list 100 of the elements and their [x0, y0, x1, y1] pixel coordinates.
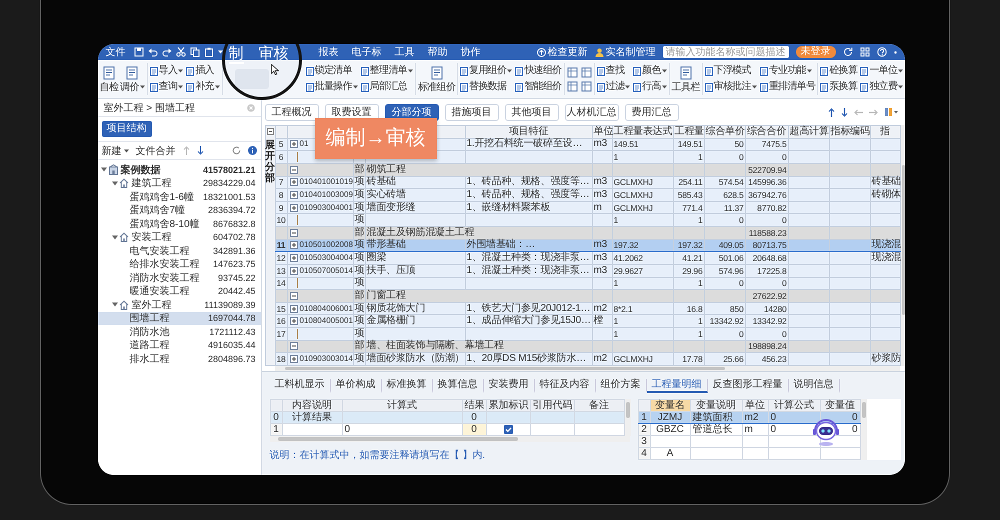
column-header[interactable]: 计算公式	[768, 400, 820, 412]
undo-icon[interactable]	[148, 47, 158, 57]
column-settings-icon[interactable]	[884, 107, 898, 117]
tree-row[interactable]: 蛋鸡鸡舍1-6幢 18321001.53	[98, 190, 260, 204]
ribbon-button[interactable]: 颜色	[633, 64, 667, 78]
tree-row[interactable]: 围墙工程 1697044.78	[98, 312, 260, 325]
table-row[interactable]: 11 010501002008 项 带形基础 外围墙基础：… m3 197.32 197.32 409.05 80713.75 现浇混	[275, 239, 900, 252]
robot-icon[interactable]	[812, 417, 840, 447]
tab[interactable]: 组价方案	[596, 379, 646, 393]
tab[interactable]: 标准换算	[382, 379, 432, 393]
ribbon-button[interactable]: 查询	[150, 80, 184, 94]
ribbon-button[interactable]: 快速组价	[515, 64, 562, 78]
tab[interactable]: 人材机汇总	[564, 104, 618, 120]
table-row[interactable]: 部 混凝土及钢筋混凝土工程 118588.23	[275, 226, 900, 240]
tree-row[interactable]: 建筑工程 29834229.04	[98, 176, 260, 190]
expanded-arrow-icon[interactable]	[112, 302, 118, 308]
ribbon-button[interactable]: 砼换算	[820, 64, 858, 78]
redo-icon[interactable]	[162, 47, 172, 57]
column-header[interactable]: 单位	[742, 400, 768, 412]
ribbon-button[interactable]: 审核批注	[704, 80, 757, 94]
column-header[interactable]: 工程量表达式	[612, 126, 673, 138]
expand-box-icon[interactable]	[290, 241, 298, 250]
tree-row[interactable]: 暖通安装工程 20442.45	[98, 284, 260, 298]
tree-row[interactable]: 道路工程 4916035.44	[98, 338, 260, 352]
collapse-panel-icon[interactable]	[266, 128, 274, 135]
side-label[interactable]: 展开分部	[264, 125, 274, 366]
clipboard-icon[interactable]	[204, 47, 214, 57]
ribbon-button[interactable]: 标准组价	[418, 66, 456, 92]
tab[interactable]: 工料机显示	[270, 379, 330, 393]
table-row[interactable]: 15 010804006001 项 钢质花饰大门 1、铁艺大门参见20J012-1… m2 8*2.1 16.8 850 14280	[275, 302, 900, 315]
column-header[interactable]: 单位	[592, 126, 612, 138]
tab[interactable]: 工程量明细	[646, 379, 708, 393]
checkbox[interactable]	[504, 425, 512, 434]
expand-box-icon[interactable]	[290, 190, 298, 199]
expand-box-icon[interactable]	[290, 140, 298, 148]
tab[interactable]: 安装费用	[484, 379, 534, 393]
column-header[interactable]: 变量说明	[690, 400, 742, 412]
ribbon-button[interactable]: 替换数据	[460, 80, 512, 94]
table-row[interactable]: 16 010804005001 项 金属格栅门 1、成品伸缩大门参见15J0… 樘 1 1 13342.92 13342.92	[275, 314, 900, 328]
expand-box-icon[interactable]	[290, 266, 298, 275]
collapse-box-icon[interactable]	[290, 342, 298, 350]
tab[interactable]: 费用汇总	[624, 104, 678, 120]
tree-row[interactable]: 给排水安装工程 147623.75	[98, 258, 260, 271]
new-button[interactable]: 新建	[102, 144, 128, 158]
down-arrow-icon[interactable]	[840, 108, 848, 116]
ribbon-button[interactable]: 工具栏	[672, 66, 700, 92]
column-header[interactable]: 指标编码	[829, 126, 870, 138]
ribbon-button[interactable]: 自检	[100, 66, 118, 92]
info-icon[interactable]	[248, 146, 256, 155]
column-header[interactable]: 综合单价	[704, 126, 745, 138]
expanded-arrow-icon[interactable]	[112, 234, 118, 240]
table-row[interactable]: 10 项 1 1 0 0	[275, 214, 900, 226]
menu-item[interactable]: 工具	[394, 45, 414, 59]
merge-files-button[interactable]: 文件合并	[136, 144, 176, 158]
expand-box-icon[interactable]	[290, 204, 298, 212]
tree-row[interactable]: 蛋鸡鸡舍7幢 2836394.72	[98, 204, 260, 217]
expanded-arrow-icon[interactable]	[112, 180, 118, 186]
ribbon-button[interactable]: 一单位	[860, 64, 904, 78]
menu-item[interactable]: 报表	[318, 45, 338, 59]
ribbon-button[interactable]: 过滤	[596, 80, 630, 94]
horizontal-scrollbar[interactable]	[274, 366, 900, 371]
ribbon-button[interactable]: 查找	[596, 64, 630, 78]
collapse-box-icon[interactable]	[290, 166, 298, 174]
table-icon[interactable]	[566, 66, 578, 78]
column-header[interactable]: 内容说明	[282, 400, 342, 412]
down-arrow-icon[interactable]	[196, 146, 204, 155]
tree-row[interactable]: 安装工程 604702.78	[98, 230, 260, 244]
lens-menu-tab[interactable]: 制	[228, 46, 244, 64]
check-update-link[interactable]: 检查更新	[548, 45, 588, 59]
ribbon-button[interactable]: 独立费	[860, 80, 904, 94]
tab[interactable]: 工程概况	[264, 104, 318, 120]
refresh-icon[interactable]	[232, 146, 240, 155]
table-row[interactable]: 17 项 1 1 0 0	[275, 328, 900, 340]
column-header[interactable]: 结果	[462, 400, 486, 412]
ribbon-button[interactable]: 智能组价	[515, 80, 562, 94]
column-header[interactable]: 引用代码	[530, 400, 574, 412]
tab[interactable]: 特征及内容	[534, 379, 596, 393]
tree-row[interactable]: 消防水池 1721112.43	[98, 325, 260, 338]
real-name-link[interactable]: 实名制管理	[606, 45, 656, 59]
search-field[interactable]: 请输入功能名称或问题描述	[662, 46, 788, 58]
collapse-box-icon[interactable]	[290, 292, 298, 300]
column-header[interactable]: 计算式	[342, 400, 462, 412]
tab[interactable]: 单价构成	[330, 379, 382, 393]
ribbon-button[interactable]: 导入	[150, 64, 184, 78]
column-header[interactable]: 变量名	[650, 400, 690, 412]
ribbon-button[interactable]: 整理清单	[360, 64, 413, 78]
column-header[interactable]: 项目特征	[465, 126, 592, 138]
table-row[interactable]: 12 010503004004 项 圈梁 1、混凝土种类：现浇非泵… m3 41.2062 41.21 501.06 20648.68 现浇混	[275, 252, 900, 264]
lens-menu-tab[interactable]: 审核	[258, 46, 288, 64]
ribbon-button[interactable]: 复用组价	[460, 64, 512, 78]
table-row[interactable]: 6 1 1 0 0	[275, 150, 900, 164]
menu-item[interactable]: 电子标	[352, 45, 382, 59]
copy-icon[interactable]	[190, 47, 200, 57]
collapse-box-icon[interactable]	[290, 228, 298, 237]
help-icon[interactable]	[876, 47, 886, 57]
table-row[interactable]: 部 墙、柱面装饰与隔断、幕墙工程 198898.24	[275, 340, 900, 353]
tab[interactable]: 措施项目	[444, 104, 498, 120]
vertical-scrollbar[interactable]	[900, 125, 904, 366]
column-header[interactable]: 综合合价	[745, 126, 788, 138]
ribbon-button[interactable]: 局部汇总	[360, 80, 413, 94]
